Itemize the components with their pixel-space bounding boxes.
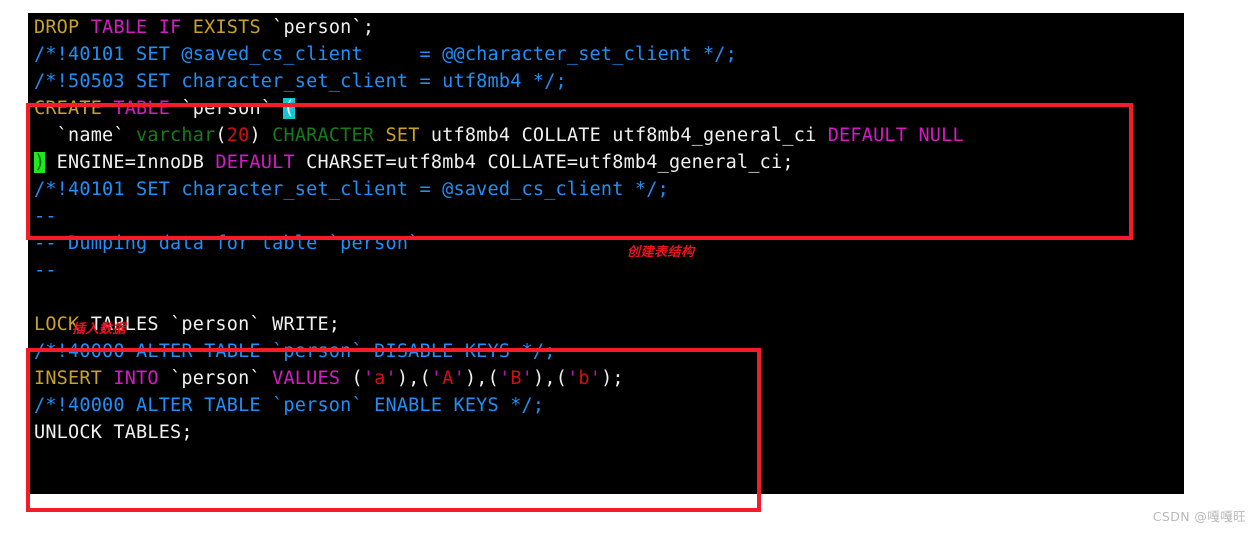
code-token: ENGINE=InnoDB <box>45 152 216 173</box>
code-line: /*!50503 SET character_set_client = utf8… <box>34 68 1184 95</box>
code-token: -- <box>34 260 57 281</box>
code-token: ' <box>362 368 375 389</box>
code-line: DROP TABLE IF EXISTS `person`; <box>34 14 1184 41</box>
code-line: CREATE TABLE `person` ( <box>34 95 1184 122</box>
code-token: ) <box>34 152 46 173</box>
code-token: ' <box>589 368 602 389</box>
code-token: /*!50503 SET character_set_client = utf8… <box>34 71 567 92</box>
code-token: ; <box>612 368 624 389</box>
code-token: /*!40000 ALTER TABLE `person` ENABLE KEY… <box>34 395 545 416</box>
code-token: varchar <box>136 125 216 146</box>
code-token: ) <box>464 368 477 389</box>
create-table-annotation-label: 创建表结构 <box>627 245 695 260</box>
code-line: INSERT INTO `person` VALUES ('a'),('A'),… <box>34 365 1184 392</box>
code-line: `name` varchar(20) CHARACTER SET utf8mb4… <box>34 122 1184 149</box>
sql-code-editor[interactable]: DROP TABLE IF EXISTS `person`; /*!40101 S… <box>28 13 1184 494</box>
code-token: ' <box>385 368 397 389</box>
code-token: , <box>544 368 556 389</box>
code-token: , <box>476 368 488 389</box>
code-token: EXISTS <box>192 17 261 38</box>
code-token: -- <box>34 206 57 227</box>
code-token: ) <box>601 368 613 389</box>
code-token: /*!40101 SET character_set_client = @sav… <box>34 179 669 200</box>
screenshot-root: DROP TABLE IF EXISTS `person`; /*!40101 S… <box>0 0 1256 534</box>
code-token: utf8mb4 COLLATE utf8mb4_general_ci <box>419 125 828 146</box>
code-line: -- Dumping data for table `person` <box>34 230 1184 257</box>
code-line: ) ENGINE=InnoDB DEFAULT CHARSET=utf8mb4 … <box>34 149 1184 176</box>
csdn-watermark: CSDN @嘎嘎旺 <box>1152 509 1246 524</box>
code-token: INTO <box>113 368 159 389</box>
code-line: LOCK TABLES `person` WRITE; <box>34 311 1184 338</box>
code-token: -- Dumping data for table `person` <box>34 233 420 254</box>
code-token: ) <box>533 368 545 389</box>
code-token: INSERT <box>34 368 103 389</box>
code-token: UNLOCK TABLES; <box>34 422 193 443</box>
code-token: TABLE <box>113 98 171 119</box>
code-token: CREATE <box>34 98 103 119</box>
code-token: DROP <box>34 17 80 38</box>
code-token: ) <box>396 368 409 389</box>
code-token: ( <box>215 125 227 146</box>
code-token: TABLE <box>90 17 148 38</box>
code-token: A <box>442 368 454 389</box>
code-line: /*!40000 ALTER TABLE `person` DISABLE KE… <box>34 338 1184 365</box>
code-line: -- <box>34 257 1184 284</box>
code-line: /*!40101 SET character_set_client = @sav… <box>34 176 1184 203</box>
code-token: 20 <box>226 125 250 146</box>
code-token: `name` <box>34 125 137 146</box>
code-token: , <box>408 368 420 389</box>
code-token: a <box>374 368 386 389</box>
code-token: /*!40000 ALTER TABLE `person` DISABLE KE… <box>34 341 556 362</box>
code-token: CHARSET=utf8mb4 COLLATE=utf8mb4_general_… <box>294 152 794 173</box>
code-line: /*!40000 ALTER TABLE `person` ENABLE KEY… <box>34 392 1184 419</box>
code-token: ) <box>249 125 261 146</box>
code-token: DEFAULT <box>215 152 295 173</box>
code-token: ( <box>419 368 431 389</box>
code-token: /*!40101 SET @saved_cs_client = @@charac… <box>34 44 737 65</box>
code-token: ' <box>430 368 443 389</box>
code-token: `person` <box>170 98 284 119</box>
code-token: ( <box>487 368 499 389</box>
code-token: CHARACTER <box>272 125 375 146</box>
code-token: ' <box>453 368 465 389</box>
code-token: ( <box>555 368 568 389</box>
code-token: ' <box>567 368 579 389</box>
code-token: SET <box>385 125 420 146</box>
code-token: `person`; <box>260 17 375 38</box>
code-token: VALUES <box>272 368 341 389</box>
code-token: `person` <box>158 368 273 389</box>
code-token: B <box>510 368 522 389</box>
code-token: ( <box>351 368 363 389</box>
sql-code-lines: DROP TABLE IF EXISTS `person`; /*!40101 S… <box>34 14 1184 446</box>
code-token: ' <box>521 368 533 389</box>
code-line: UNLOCK TABLES; <box>34 419 1184 446</box>
code-token: b <box>578 368 590 389</box>
code-token: NULL <box>918 125 964 146</box>
code-line: -- <box>34 203 1184 230</box>
code-token: DEFAULT <box>827 125 908 146</box>
code-token: IF <box>158 17 182 38</box>
code-line: /*!40101 SET @saved_cs_client = @@charac… <box>34 41 1184 68</box>
insert-data-annotation-label: 插入数据 <box>72 322 127 337</box>
code-token: ' <box>498 368 511 389</box>
code-token: ( <box>283 98 295 119</box>
